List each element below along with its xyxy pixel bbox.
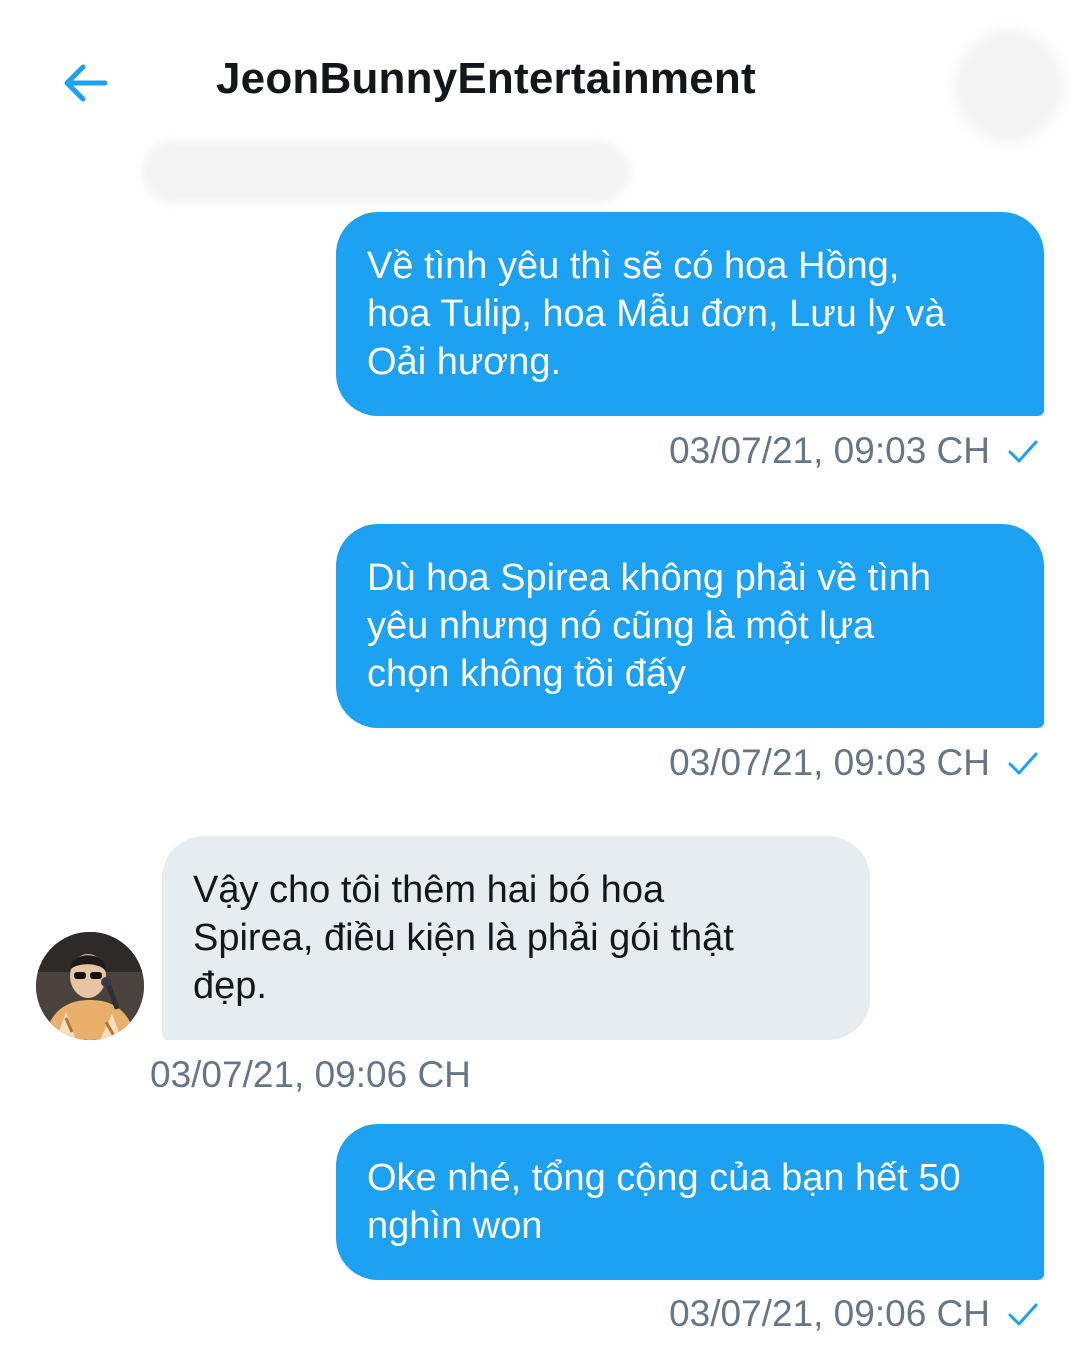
redacted-info xyxy=(955,30,1063,142)
avatar-icon[interactable] xyxy=(36,932,144,1040)
message-timestamp: 03/07/21, 09:03 CH xyxy=(669,430,990,471)
check-icon xyxy=(1008,1303,1038,1326)
arrow-left-icon xyxy=(64,64,108,102)
redacted-handle xyxy=(142,140,630,204)
message-timestamp: 03/07/21, 09:03 CH xyxy=(669,742,990,783)
message-meta: 03/07/21, 09:03 CH xyxy=(669,742,1040,784)
check-icon xyxy=(1008,752,1038,775)
conversation-header: JeonBunnyEntertainment xyxy=(0,0,1080,204)
message-bubble-outgoing[interactable]: Dù hoa Spirea không phải về tình yêu như… xyxy=(336,524,1044,728)
check-icon xyxy=(1008,440,1038,463)
message-meta: 03/07/21, 09:06 CH xyxy=(150,1054,471,1096)
message-bubble-outgoing[interactable]: Về tình yêu thì sẽ có hoa Hồng, hoa Tuli… xyxy=(336,212,1044,416)
message-meta: 03/07/21, 09:03 CH xyxy=(669,430,1040,472)
back-button[interactable] xyxy=(50,48,120,118)
message-timestamp: 03/07/21, 09:06 CH xyxy=(150,1054,471,1095)
message-bubble-incoming[interactable]: Vậy cho tôi thêm hai bó hoa Spirea, điều… xyxy=(162,836,870,1040)
conversation-title[interactable]: JeonBunnyEntertainment xyxy=(216,54,756,104)
message-meta: 03/07/21, 09:06 CH xyxy=(669,1293,1040,1335)
message-bubble-outgoing[interactable]: Oke nhé, tổng cộng của bạn hết 50 nghìn … xyxy=(336,1124,1044,1280)
message-timestamp: 03/07/21, 09:06 CH xyxy=(669,1293,990,1334)
